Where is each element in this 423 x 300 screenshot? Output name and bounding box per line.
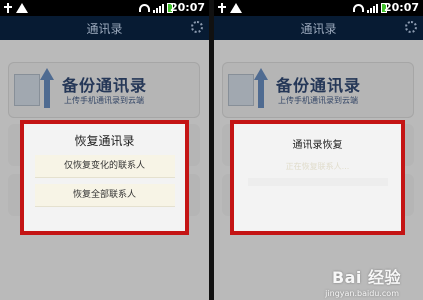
status-bar: 20:07	[0, 0, 209, 16]
watermark-brand: Bai 经验	[331, 268, 401, 287]
header-title: 通讯录	[86, 22, 123, 36]
settings-gear-icon[interactable]	[191, 21, 203, 33]
restore-all-option[interactable]: 恢复全部联系人	[34, 184, 175, 207]
watermark-url: jingyan.baidu.com	[325, 289, 399, 298]
restore-changed-option[interactable]: 仅恢复变化的联系人	[34, 155, 175, 178]
header-title: 通讯录	[300, 22, 337, 36]
progress-bar	[247, 178, 388, 186]
usb-icon	[217, 3, 227, 13]
right-phone-screen: 20:07 通讯录 备份通讯录 上传手机通讯录到云端 通讯录恢复 正在恢复联系人…	[214, 0, 423, 300]
baidu-jingyan-logo: Bai 经验	[332, 264, 401, 288]
signal-icon	[367, 3, 378, 13]
screenshot-composite: 20:07 通讯录 备份通讯录 上传手机通讯录到云端 恢复通讯录 仅恢复变化的联…	[0, 0, 423, 300]
usb-icon	[3, 3, 13, 13]
status-time: 20:07	[169, 1, 205, 14]
wifi-icon	[139, 4, 150, 12]
warning-icon	[16, 3, 28, 13]
app-header: 通讯录	[214, 16, 423, 40]
wifi-icon	[353, 4, 364, 12]
status-bar: 20:07	[214, 0, 423, 16]
restore-progress-dialog: 通讯录恢复 正在恢复联系人...	[230, 120, 405, 235]
settings-gear-icon[interactable]	[405, 21, 417, 33]
app-header: 通讯录	[0, 16, 209, 40]
status-time: 20:07	[383, 1, 419, 14]
notification-icons	[3, 2, 28, 14]
system-icons	[353, 2, 387, 14]
progress-message: 正在恢复联系人...	[285, 162, 350, 171]
left-phone-screen: 20:07 通讯录 备份通讯录 上传手机通讯录到云端 恢复通讯录 仅恢复变化的联…	[0, 0, 209, 300]
warning-icon	[230, 3, 242, 13]
restore-options-dialog: 恢复通讯录 仅恢复变化的联系人 恢复全部联系人	[20, 120, 189, 235]
notification-icons	[217, 2, 242, 14]
signal-icon	[153, 3, 164, 13]
dialog-title: 恢复通讯录	[74, 134, 135, 148]
system-icons	[139, 2, 173, 14]
dialog-title: 通讯录恢复	[292, 140, 343, 151]
